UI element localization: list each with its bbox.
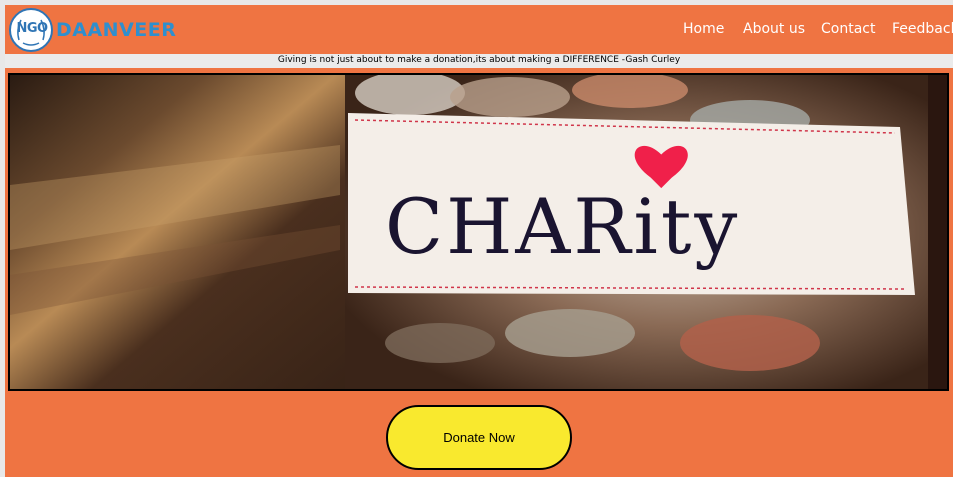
ngo-logo[interactable]: NGO (9, 8, 53, 52)
quote-bar: Giving is not just about to make a donat… (5, 54, 953, 68)
donate-now-button[interactable]: Donate Now (386, 405, 572, 470)
nav-about-us[interactable]: About us (743, 21, 805, 37)
charity-jar-image: CHARity (10, 75, 947, 389)
hero-image: CHARity (8, 73, 949, 391)
nav-home[interactable]: Home (683, 21, 724, 37)
page: NGO DAANVEER Home About us Contact Feedb… (5, 5, 953, 477)
brand-name[interactable]: DAANVEER (56, 19, 176, 41)
charity-label-text: CHARity (385, 182, 740, 271)
logo-text: NGO (16, 21, 48, 36)
nav-contact[interactable]: Contact (821, 21, 875, 37)
nav-feedback[interactable]: Feedback (892, 21, 953, 37)
quote-text: Giving is not just about to make a donat… (277, 55, 681, 65)
header: NGO DAANVEER Home About us Contact Feedb… (5, 5, 953, 54)
